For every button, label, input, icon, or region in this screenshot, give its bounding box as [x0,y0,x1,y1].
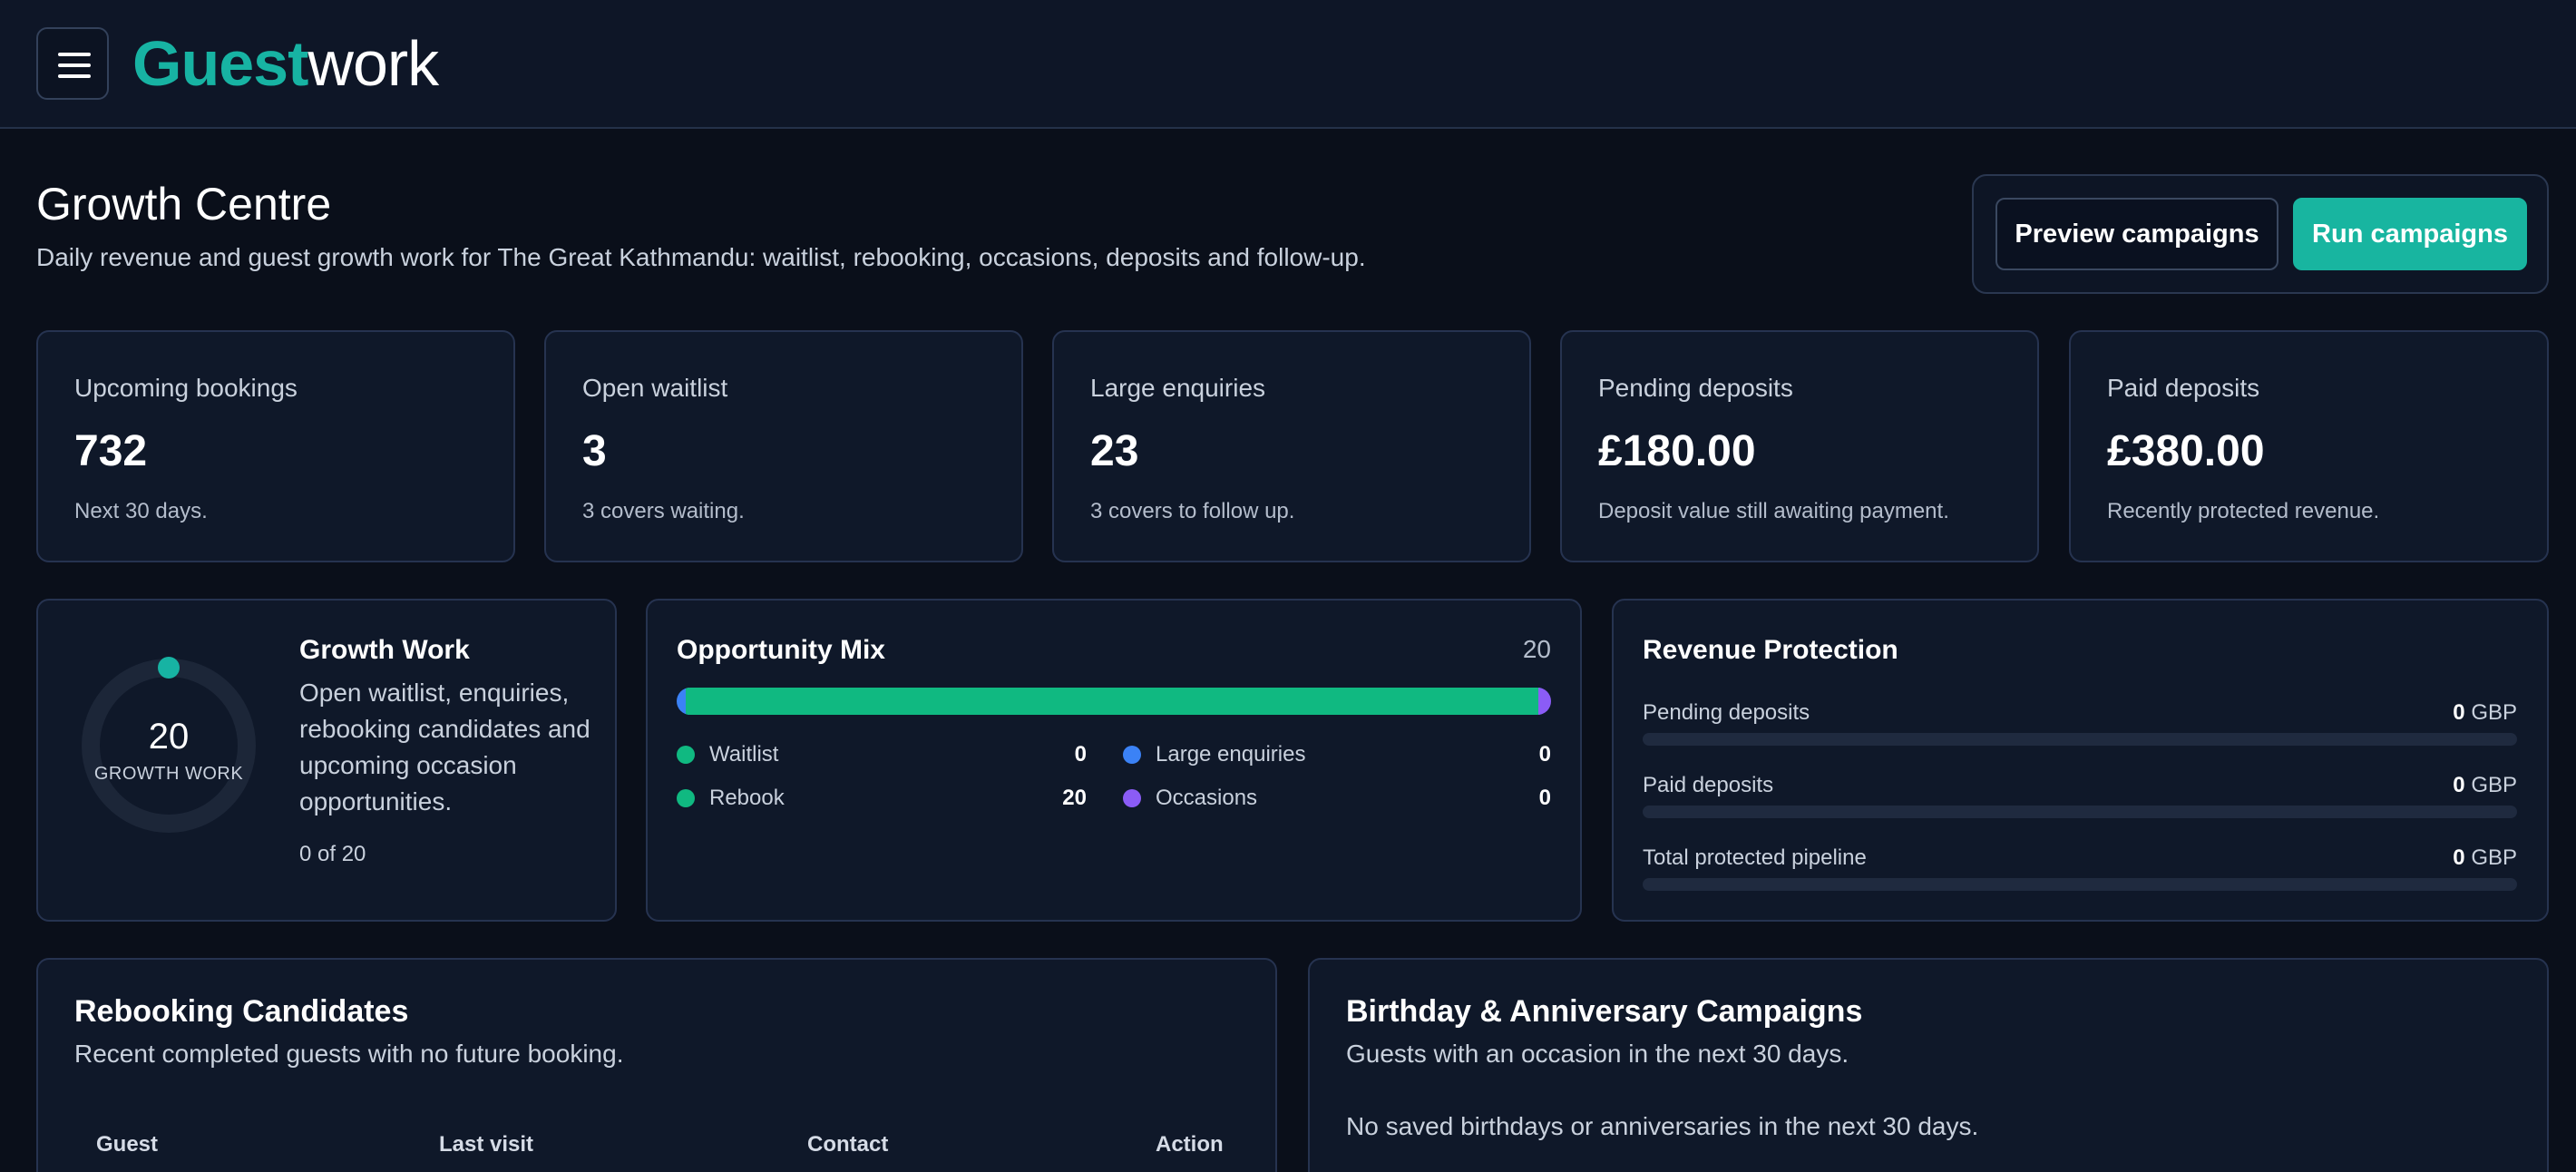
revenue-row-amount: 0 [2453,845,2465,870]
opportunity-mix-title: Opportunity Mix [677,635,885,665]
legend-value: 0 [1538,786,1551,810]
revenue-row-bar [1643,878,2517,891]
occasion-campaigns-empty-state: No saved birthdays or anniversaries in t… [1346,1112,1979,1140]
legend-label: Waitlist [709,742,779,767]
occasion-campaigns-subtitle: Guests with an occasion in the next 30 d… [1346,1040,1849,1068]
legend-value: 0 [1538,742,1551,767]
legend-label: Occasions [1156,786,1258,810]
stat-value: 732 [74,427,148,475]
revenue-protection-title: Revenue Protection [1643,635,1898,665]
legend-label: Large enquiries [1156,742,1306,767]
legend-label: Rebook [709,786,785,810]
stat-note: 3 covers waiting. [582,499,745,523]
revenue-row-label: Paid deposits [1643,773,1774,797]
revenue-row-unit: GBP [2471,845,2517,870]
revenue-row-amount: 0 [2453,700,2465,725]
stat-label: Pending deposits [1598,374,1793,402]
stat-card-upcoming-bookings: Upcoming bookings 732 Next 30 days. [36,330,515,562]
revenue-row-value: 0 GBP [2453,700,2517,726]
preview-campaigns-button[interactable]: Preview campaigns [1995,198,2278,270]
stat-label: Upcoming bookings [74,374,298,402]
stat-card-large-enquiries: Large enquiries 23 3 covers to follow up… [1052,330,1531,562]
stat-card-open-waitlist: Open waitlist 3 3 covers waiting. [544,330,1023,562]
rebooking-subtitle: Recent completed guests with no future b… [74,1040,624,1068]
stat-value: £180.00 [1598,427,1756,475]
revenue-row-value: 0 GBP [2453,773,2517,798]
stat-value: 3 [582,427,607,475]
revenue-row-amount: 0 [2453,773,2465,797]
legend-dot [677,746,695,764]
donut-progress-marker [158,657,180,679]
stat-card-pending-deposits: Pending deposits £180.00 Deposit value s… [1560,330,2039,562]
growth-work-title: Growth Work [299,635,470,665]
occasion-campaigns-panel: Birthday & Anniversary Campaigns Guests … [1308,958,2549,1172]
column-header-last-visit: Last visit [439,1132,534,1157]
logo-part-guest: Guest [132,28,308,99]
growth-work-donut-label: GROWTH WORK [93,764,244,784]
revenue-protection-panel: Revenue Protection Pending deposits 0 GB… [1612,599,2549,922]
stat-note: Deposit value still awaiting payment. [1598,499,1949,523]
legend-dot [1123,746,1141,764]
top-bar: Guestwork [0,0,2576,129]
opportunity-mix-panel: Opportunity Mix 20 Waitlist 0 Large enqu… [646,599,1582,922]
revenue-row-label: Total protected pipeline [1643,845,1867,870]
legend-dot [1123,789,1141,807]
page-subtitle: Daily revenue and guest growth work for … [36,243,1366,271]
run-campaigns-button[interactable]: Run campaigns [2293,198,2527,270]
revenue-row-label: Pending deposits [1643,700,1810,725]
stat-note: Recently protected revenue. [2107,499,2380,523]
logo[interactable]: Guestwork [132,27,439,100]
revenue-row-unit: GBP [2471,700,2517,725]
legend-dot [677,789,695,807]
column-header-guest: Guest [96,1132,159,1157]
menu-line [58,74,91,78]
revenue-row-total-protected-pipeline: Total protected pipeline 0 GBP [1643,845,2517,900]
revenue-row-paid-deposits: Paid deposits 0 GBP [1643,773,2517,827]
menu-line [58,63,91,67]
column-header-action: Action [1156,1132,1224,1157]
growth-work-count: 20 [148,717,190,757]
stat-card-paid-deposits: Paid deposits £380.00 Recently protected… [2069,330,2549,562]
legend-value: 20 [1062,786,1087,810]
campaign-actions: Preview campaigns Run campaigns [1972,174,2549,294]
rebooking-title: Rebooking Candidates [74,994,409,1029]
occasion-campaigns-title: Birthday & Anniversary Campaigns [1346,994,1863,1029]
growth-work-progress: 0 of 20 [299,842,366,866]
page-title: Growth Centre [36,179,332,230]
opportunity-mix-bar [677,688,1551,715]
column-header-contact: Contact [807,1132,889,1157]
revenue-row-bar [1643,733,2517,746]
revenue-row-value: 0 GBP [2453,845,2517,871]
stat-value: 23 [1090,427,1139,475]
stat-note: Next 30 days. [74,499,208,523]
stat-label: Paid deposits [2107,374,2260,402]
stat-note: 3 covers to follow up. [1090,499,1295,523]
opportunity-mix-total: 20 [1522,635,1551,663]
mix-segment-cap-end [1538,688,1551,715]
stat-label: Open waitlist [582,374,728,402]
mix-segment-rebook [686,688,1542,715]
revenue-row-pending-deposits: Pending deposits 0 GBP [1643,700,2517,755]
legend-value: 0 [1074,742,1087,767]
stat-value: £380.00 [2107,427,2265,475]
growth-work-panel: 20 GROWTH WORK Growth Work Open waitlist… [36,599,617,922]
menu-line [58,53,91,56]
stat-label: Large enquiries [1090,374,1266,402]
revenue-row-unit: GBP [2471,773,2517,797]
logo-part-work: work [307,28,439,99]
rebooking-candidates-panel: Rebooking Candidates Recent completed gu… [36,958,1277,1172]
menu-icon[interactable] [36,27,109,100]
growth-work-description: Open waitlist, enquiries, rebooking cand… [299,679,590,816]
revenue-row-bar [1643,806,2517,818]
